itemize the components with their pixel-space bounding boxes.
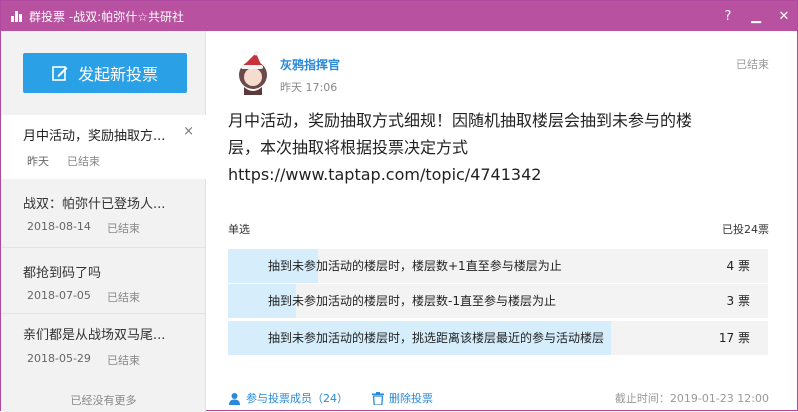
vote-option: 抽到未参加活动的楼层时，楼层数-1直至参与楼层为止 3 票 (228, 284, 768, 318)
vote-option-label: 抽到未参加活动的楼层时，楼层数-1直至参与楼层为止 (268, 294, 556, 308)
close-icon[interactable]: ✕ (777, 9, 791, 24)
members-label: 参与投票成员（24） (246, 392, 348, 405)
window-controls: ? ▁ ✕ (721, 1, 791, 31)
author-name[interactable]: 灰鸦指挥官 (280, 56, 340, 73)
vote-list-item[interactable]: 都抢到码了吗 2018-07-05 已结束 (1, 248, 206, 313)
vote-list-item[interactable]: 月中活动，奖励抽取方... × 昨天 已结束 (1, 115, 206, 179)
close-item-icon[interactable]: × (183, 124, 194, 139)
new-vote-label: 发起新投票 (77, 65, 158, 84)
vote-item-status: 已结束 (107, 354, 140, 367)
no-more-text: 已经没有更多 (70, 394, 137, 407)
vote-list-item[interactable]: 战双：帕弥什已登场人... 2018-08-14 已结束 (1, 179, 206, 247)
vote-item-title: 都抢到码了吗 (23, 266, 102, 281)
vote-item-date: 2018-05-29 (27, 352, 91, 365)
new-vote-button[interactable]: 发起新投票 (23, 53, 187, 93)
vote-item-status: 已结束 (107, 291, 140, 304)
vote-option-label: 抽到未参加活动的楼层时，挑选距离该楼层最近的参与活动楼层 (268, 331, 605, 345)
vote-item-title: 亲们都是从战场双马尾... (23, 328, 166, 343)
vote-item-status: 已结束 (67, 155, 100, 168)
members-button[interactable]: 参与投票成员（24） (228, 390, 348, 406)
deadline-text: 截止时间：2019-01-23 12:00 (614, 392, 769, 405)
user-icon (229, 392, 240, 405)
vote-item-status: 已结束 (107, 222, 140, 235)
status-badge: 已结束 (736, 58, 769, 71)
vote-item-title: 月中活动，奖励抽取方... (23, 129, 166, 144)
total-votes: 已投24票 (722, 223, 769, 236)
vote-item-date: 2018-07-05 (27, 289, 91, 302)
vote-window: 群投票 -战双:帕弥什☆共研社 ? ▁ ✕ 发起新投票 月中活动，奖励抽取方..… (0, 0, 798, 412)
title-bar[interactable]: 群投票 -战双:帕弥什☆共研社 ? ▁ ✕ (1, 1, 797, 31)
vote-option: 抽到未参加活动的楼层时，挑选距离该楼层最近的参与活动楼层 17 票 (228, 321, 768, 355)
vote-item-date: 2018-08-14 (27, 220, 91, 233)
question-link[interactable]: https://www.taptap.com/topic/4741342 (228, 161, 768, 188)
question-line: 层，本次抽取将根据投票决定方式 (228, 138, 469, 157)
vote-list-sidebar: 发起新投票 月中活动，奖励抽取方... × 昨天 已结束 战双：帕弥什已登场人.… (1, 31, 206, 412)
vote-option: 抽到未参加活动的楼层时，楼层数+1直至参与楼层为止 4 票 (228, 249, 768, 283)
post-time: 昨天 17:06 (280, 81, 338, 94)
bar-chart-icon (11, 10, 23, 22)
edit-icon (52, 66, 68, 81)
vote-option-count: 17 票 (718, 331, 750, 345)
vote-option-count: 4 票 (726, 259, 750, 273)
vote-option-label: 抽到未参加活动的楼层时，楼层数+1直至参与楼层为止 (268, 259, 562, 273)
delete-vote-button[interactable]: 删除投票 (372, 390, 433, 406)
avatar (239, 50, 267, 95)
vote-detail: 灰鸦指挥官 昨天 17:06 已结束 月中活动，奖励抽取方式细规！因随机抽取楼层… (206, 31, 797, 410)
help-icon[interactable]: ? (721, 9, 735, 24)
trash-icon (372, 391, 384, 405)
question-line: 月中活动，奖励抽取方式细规！因随机抽取楼层会抽到未参与的楼 (228, 111, 693, 130)
vote-option-count: 3 票 (726, 294, 750, 308)
vote-type: 单选 (228, 223, 250, 236)
window-title: 群投票 -战双:帕弥什☆共研社 (29, 9, 184, 24)
vote-question: 月中活动，奖励抽取方式细规！因随机抽取楼层会抽到未参与的楼 层，本次抽取将根据投… (228, 107, 768, 188)
minimize-icon[interactable]: ▁ (749, 9, 763, 24)
vote-item-title: 战双：帕弥什已登场人... (23, 197, 166, 212)
vote-item-date: 昨天 (27, 155, 49, 168)
vote-list-item[interactable]: 亲们都是从战场双马尾... 2018-05-29 已结束 (1, 314, 206, 378)
delete-label: 删除投票 (389, 392, 433, 405)
vote-footer: 参与投票成员（24） 删除投票 截止时间：2019-01-23 12:00 (206, 384, 797, 410)
